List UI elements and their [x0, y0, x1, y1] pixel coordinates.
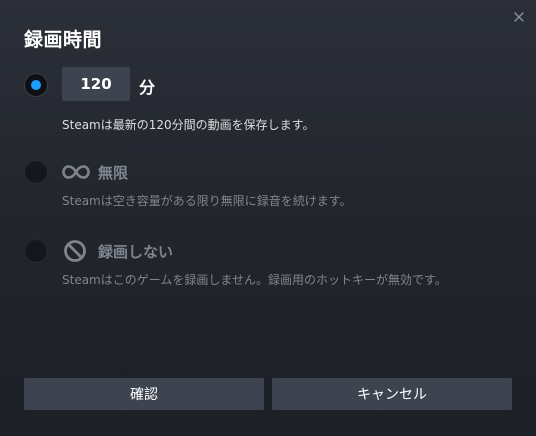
radio-no-recording[interactable]: [24, 239, 48, 263]
close-icon[interactable]: [510, 8, 528, 26]
option-minutes-description: Steamは最新の120分間の動画を保存します。: [62, 118, 315, 132]
option-minutes[interactable]: 分 Steamは最新の120分間の動画を保存します。: [24, 67, 512, 138]
minutes-unit-label: 分: [139, 78, 156, 97]
dialog-title: 録画時間: [24, 29, 103, 51]
option-unlimited[interactable]: 無限 Steamは空き容量がある限り無限に録音を続けます。: [24, 159, 512, 215]
option-no-recording-description: Steamはこのゲームを録画しません。録画用のホットキーが無効です。: [62, 273, 447, 287]
cancel-button[interactable]: キャンセル: [272, 378, 512, 410]
infinity-icon: [62, 160, 90, 184]
option-unlimited-label: 無限: [98, 164, 129, 182]
option-no-recording[interactable]: 録画しない Steamはこのゲームを録画しません。録画用のホットキーが無効です。: [24, 238, 512, 294]
option-unlimited-description: Steamは空き容量がある限り無限に録音を続けます。: [62, 194, 352, 208]
radio-minutes[interactable]: [24, 73, 48, 97]
prohibited-icon: [62, 239, 90, 263]
option-no-recording-label: 録画しない: [98, 243, 174, 261]
recording-duration-dialog: 録画時間 分 Steamは最新の120分間の動画を保存します。 無限 Steam…: [0, 0, 536, 436]
minutes-input[interactable]: [62, 67, 130, 101]
confirm-button[interactable]: 確認: [24, 378, 264, 410]
radio-unlimited[interactable]: [24, 160, 48, 184]
